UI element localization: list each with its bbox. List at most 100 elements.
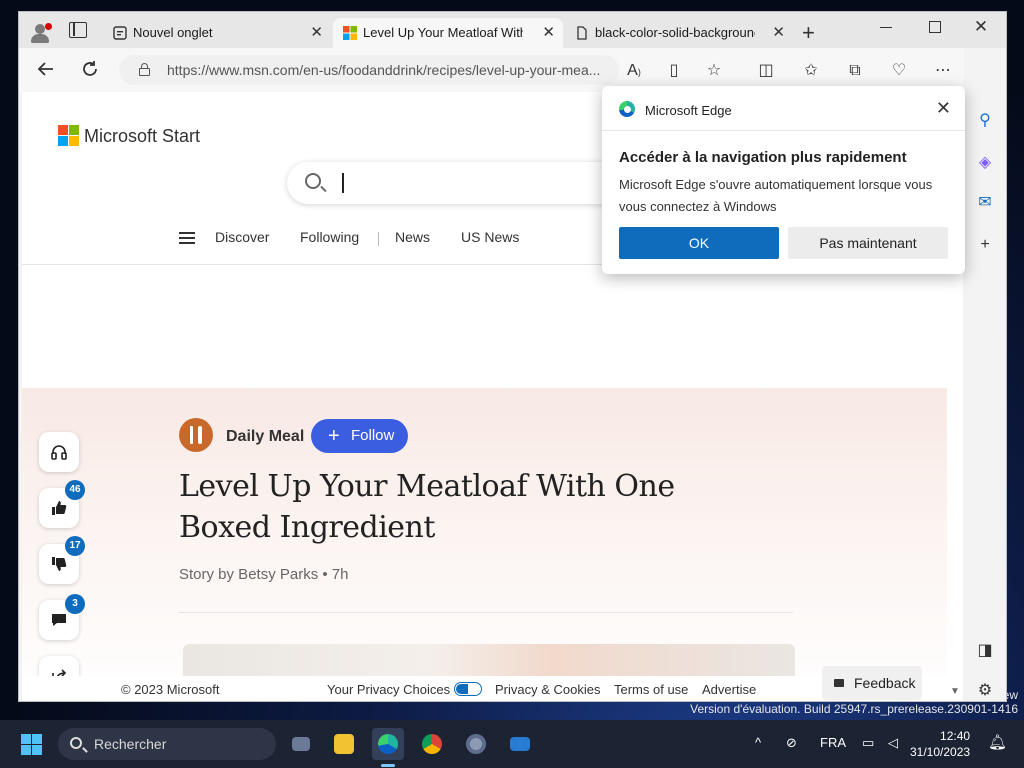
nav-following[interactable]: Following [300,229,359,245]
tab-strip: Nouvel onglet ✕ Level Up Your Meatloaf W… [19,12,1006,48]
advertise-link[interactable]: Advertise [702,682,756,697]
browser-essentials-icon[interactable]: ♡ [889,61,909,81]
profile-icon[interactable] [29,22,52,44]
active-app-indicator [381,764,395,767]
popup-divider [602,130,965,131]
refresh-button[interactable] [79,58,101,80]
tray-chevron-icon[interactable]: ^ [755,735,761,750]
privacy-cookies-link[interactable]: Privacy & Cookies [495,682,600,697]
start-windows-icon[interactable] [21,734,43,756]
taskbar-search-label: Rechercher [94,736,167,752]
address-bar[interactable]: https://www.msn.com/en-us/foodanddrink/r… [119,55,619,85]
tab-label: black-color-solid-background- [595,25,755,40]
back-arrow-icon [37,62,53,76]
split-screen-icon[interactable]: ◫ [756,61,776,81]
scroll-down-arrow-icon[interactable]: ▼ [950,686,960,697]
folder-icon [334,734,354,754]
follow-button[interactable]: + Follow [311,419,408,453]
search-icon [305,173,321,189]
refresh-icon [83,61,97,76]
brand-name[interactable]: Microsoft Start [84,126,200,147]
privacy-choices-link[interactable]: Your Privacy Choices [327,682,483,697]
article-byline: Story by Betsy Parks • 7h [179,566,349,583]
article-headline: Level Up Your Meatloaf With One Boxed In… [179,469,675,545]
thumbs-down-icon [52,557,67,571]
tab-new-tab[interactable]: Nouvel onglet ✕ [103,18,331,48]
chrome-taskbar-button[interactable] [416,728,448,760]
task-view-button[interactable] [285,728,317,760]
tab-label: Level Up Your Meatloaf With O [363,25,523,40]
network-icon[interactable]: ⊘ [786,735,797,751]
nav-us-news[interactable]: US News [461,229,519,245]
sidebar-layout-icon[interactable]: ◨ [974,640,996,662]
volume-muted-icon[interactable]: ◁ [888,735,898,751]
read-aloud-icon[interactable]: A) [624,61,644,81]
search-icon [70,737,82,749]
publisher-logo-icon[interactable] [179,418,213,452]
display-icon[interactable]: ▭ [862,735,874,751]
taskbar-search[interactable]: Rechercher [58,728,276,760]
minimize-button[interactable] [878,18,896,36]
feedback-label: Feedback [854,675,916,691]
sidebar-search-icon[interactable]: ⚲ [974,110,996,132]
maximize-button[interactable] [926,18,944,36]
popup-close-icon[interactable]: ✕ [936,98,951,119]
hamburger-menu-icon[interactable] [179,232,195,244]
sidebar-shopping-icon[interactable]: ◈ [974,152,996,174]
feedback-button[interactable]: Feedback [822,666,922,700]
lock-icon[interactable] [139,63,150,76]
edge-browser-window: Nouvel onglet ✕ Level Up Your Meatloaf W… [18,11,1007,702]
nav-news[interactable]: News [395,229,430,245]
task-view-icon [292,737,310,751]
chrome-icon [422,734,442,754]
sidebar-add-icon[interactable]: + [974,234,996,256]
tab-close-icon[interactable]: ✕ [310,18,323,48]
privacy-toggle-icon [454,682,483,696]
feedback-icon [834,679,844,687]
nav-discover[interactable]: Discover [215,229,269,245]
new-tab-button[interactable]: + [802,20,815,46]
file-explorer-button[interactable] [328,728,360,760]
document-icon [577,26,587,40]
tab-meatloaf[interactable]: Level Up Your Meatloaf With O ✕ [333,18,563,48]
window-close-button[interactable]: ✕ [972,18,990,36]
new-tab-icon [113,26,127,40]
edge-startup-popup: Microsoft Edge ✕ Accéder à la navigation… [602,86,965,274]
listen-button[interactable] [39,432,79,472]
favorites-icon[interactable]: ✩ [801,61,821,81]
sidebar-settings-gear-icon[interactable]: ⚙ [974,680,996,701]
settings-taskbar-button[interactable] [460,728,492,760]
tab-label: Nouvel onglet [133,25,213,40]
ok-button[interactable]: OK [619,227,779,259]
tab-actions-icon[interactable] [69,22,87,38]
not-now-button[interactable]: Pas maintenant [788,227,948,259]
remote-desktop-button[interactable] [504,728,536,760]
like-count-badge: 46 [65,480,85,500]
edge-logo-icon [619,101,635,117]
tab-black-background[interactable]: black-color-solid-background- ✕ [565,18,793,48]
favorite-star-icon[interactable]: ☆ [704,61,724,81]
tab-close-icon[interactable]: ✕ [542,18,555,48]
collections-icon[interactable]: ⧉ [845,61,865,81]
system-clock[interactable]: 12:40 31/10/2023 [910,728,970,760]
dislike-count-badge: 17 [65,536,85,556]
back-button[interactable] [35,58,57,80]
remote-desktop-icon [510,737,530,751]
popup-heading: Accéder à la navigation plus rapidement [619,149,907,166]
tab-close-icon[interactable]: ✕ [772,18,785,48]
language-indicator[interactable]: FRA [820,735,846,750]
more-menu-icon[interactable]: ⋯ [933,61,953,81]
publisher-name[interactable]: Daily Meal [226,428,304,446]
edge-taskbar-button[interactable] [372,728,404,760]
settings-gear-icon [466,734,486,754]
notification-bell-icon[interactable]: 🔔︎ [988,733,1007,751]
immersive-reader-icon[interactable]: ▯ [664,61,684,81]
sidebar-outlook-icon[interactable]: ✉ [974,192,996,214]
microsoft-logo-icon[interactable] [58,125,79,146]
watermark-line-2: Version d'évaluation. Build 25947.rs_pre… [690,702,1018,716]
msn-favicon-icon [343,26,357,40]
privacy-choices-label: Your Privacy Choices [327,682,451,697]
terms-link[interactable]: Terms of use [614,682,688,697]
popup-body: Microsoft Edge s'ouvre automatiquement l… [619,177,933,214]
edge-icon [378,734,398,754]
